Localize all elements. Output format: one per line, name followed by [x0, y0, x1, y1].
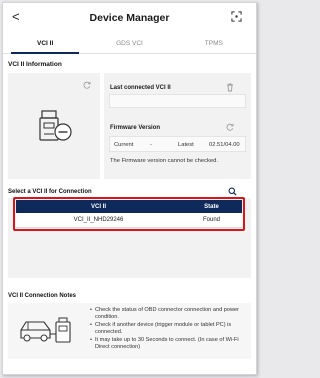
latest-value: 02.51/04.00 [209, 142, 240, 148]
current-label: Current [114, 142, 134, 148]
page-title: Device Manager [89, 12, 170, 24]
tab-vci-ii[interactable]: VCI II [3, 32, 87, 54]
scan-icon[interactable] [231, 11, 242, 22]
note-item: It may take up to 30 Seconds to connect.… [90, 337, 247, 351]
delete-icon[interactable] [226, 83, 234, 92]
tab-bar: VCI II GDS VCI TPMS [3, 32, 256, 54]
last-connected-label: Last connected VCI II [110, 85, 171, 91]
highlight-box [13, 197, 245, 231]
vci-details-panel: Last connected VCI II Firmware Version C… [104, 73, 251, 179]
tab-tpms[interactable]: TPMS [172, 32, 256, 53]
car-connection-icon [20, 317, 71, 343]
vci-device-icon [39, 110, 72, 141]
note-item: Check the status of OBD connector connec… [90, 307, 247, 321]
firmware-message: The Firmware version cannot be checked. [110, 158, 218, 164]
header-bar: < Device Manager [3, 3, 256, 32]
firmware-version-box: Current - Latest 02.51/04.00 [109, 136, 246, 152]
vci-info-title: VCI II Information [8, 61, 62, 68]
last-connected-field [109, 94, 246, 108]
tab-gds-vci[interactable]: GDS VCI [87, 32, 171, 53]
refresh-firmware-icon[interactable] [226, 123, 234, 131]
notes-list: Check the status of OBD connector connec… [90, 307, 247, 352]
device-manager-window: < Device Manager VCI II GDS VCI TPMS VCI… [2, 2, 257, 375]
notes-title: VCI II Connection Notes [8, 293, 77, 299]
refresh-icon[interactable] [83, 81, 91, 89]
current-value: - [150, 142, 152, 148]
note-item: Check if another device (trigger module … [90, 322, 247, 336]
vci-device-panel [8, 73, 100, 179]
select-vci-title: Select a VCI II for Connection [8, 189, 92, 195]
latest-label: Latest [178, 142, 194, 148]
firmware-label: Firmware Version [110, 125, 161, 131]
search-icon[interactable] [228, 187, 237, 196]
